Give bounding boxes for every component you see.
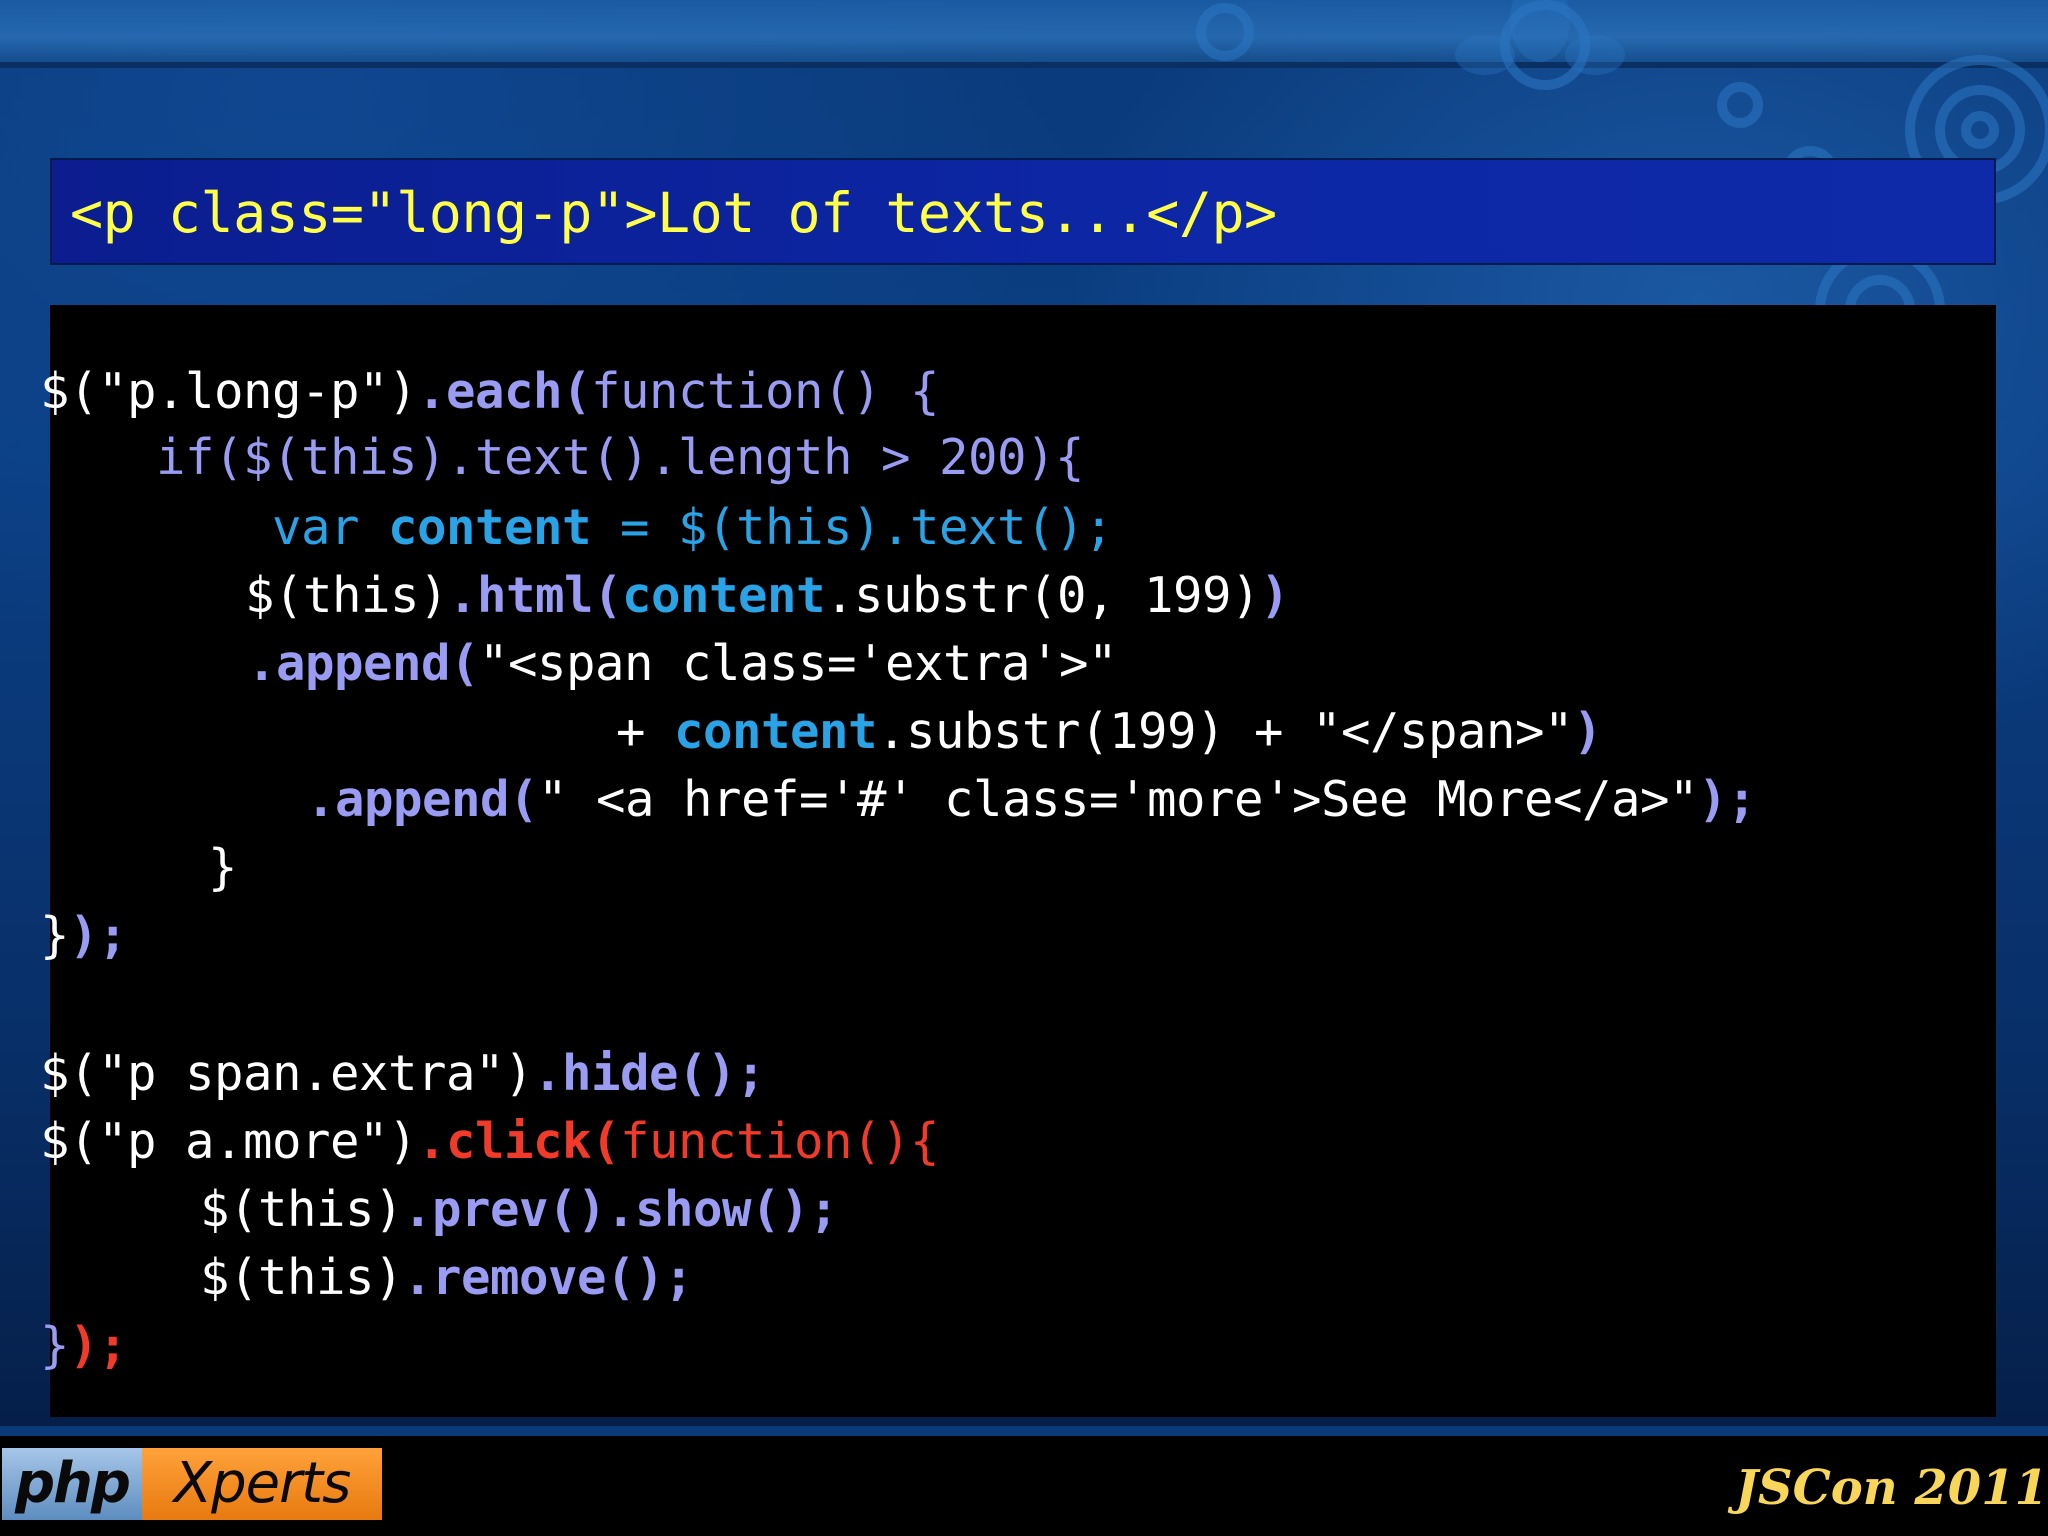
- swirl-ornament: [1961, 111, 1999, 149]
- code-token: if($(this).text().length > 200){: [40, 429, 1085, 486]
- code-token: "<span class='extra'>": [479, 635, 1118, 692]
- code-line: $("p span.extra").hide();: [40, 1044, 766, 1104]
- code-token: .html(: [448, 567, 623, 624]
- code-token: +: [616, 703, 675, 760]
- code-line: });: [40, 906, 128, 966]
- code-line: });: [40, 1316, 128, 1376]
- code-line: }: [208, 838, 238, 898]
- code-line: var content = $(this).text();: [40, 498, 1114, 558]
- code-token: var: [40, 499, 389, 556]
- code-token: = $(this).text();: [591, 499, 1114, 556]
- code-line: $(this).prev().show();: [200, 1180, 839, 1240]
- code-token: .hide();: [533, 1045, 766, 1102]
- flower-petal: [1510, 0, 1570, 62]
- code-token: .prev().show();: [403, 1181, 839, 1238]
- title-code: <p class="long-p">Lot of texts...</p>: [70, 181, 1277, 245]
- code-token: }: [40, 1317, 70, 1374]
- code-token: function() {: [591, 363, 940, 420]
- code-token: .append(: [247, 635, 480, 692]
- code-token: );: [69, 1317, 128, 1374]
- code-token: .append(: [306, 771, 539, 828]
- event-label: JSCon 2011: [1735, 1460, 2048, 1516]
- code-token: $(this): [245, 567, 449, 624]
- logo-php-text: php: [2, 1448, 142, 1520]
- code-token: }: [208, 839, 238, 896]
- code-token: ): [1573, 703, 1603, 760]
- code-line: $("p.long-p").each(function() {: [40, 362, 940, 422]
- code-token: .each(: [417, 363, 592, 420]
- code-token: content: [622, 567, 826, 624]
- code-token: );: [69, 907, 128, 964]
- flower-petal: [1455, 35, 1515, 75]
- code-token: .substr(199) + "</span>": [877, 703, 1574, 760]
- code-line: + content.substr(199) + "</span>"): [616, 702, 1603, 762]
- code-token: .substr(0, 199): [825, 567, 1261, 624]
- code-token: .click(: [417, 1113, 621, 1170]
- code-line: .append(" <a href='#' class='more'>See M…: [306, 770, 1757, 830]
- swirl-ornament: [1717, 82, 1763, 128]
- code-token: $("p.long-p"): [40, 363, 418, 420]
- code-token: " <a href='#' class='more'>See More</a>": [538, 771, 1699, 828]
- logo-xperts-text: Xperts: [142, 1448, 382, 1520]
- code-token: ): [1260, 567, 1290, 624]
- code-line: $(this).remove();: [200, 1248, 694, 1308]
- code-token: $(this): [200, 1249, 404, 1306]
- swirl-ornament: [1196, 3, 1254, 61]
- code-line: if($(this).text().length > 200){: [40, 428, 1085, 488]
- code-token: function(){: [620, 1113, 940, 1170]
- code-token: content: [674, 703, 878, 760]
- code-token: );: [1698, 771, 1757, 828]
- code-token: $(this): [200, 1181, 404, 1238]
- flower-petal: [1565, 35, 1625, 75]
- footer-separator: [0, 1426, 2048, 1436]
- code-token: $("p span.extra"): [40, 1045, 534, 1102]
- code-token: }: [40, 907, 70, 964]
- phpxperts-logo: php Xperts: [2, 1448, 382, 1520]
- code-token: content: [388, 499, 592, 556]
- code-line: $(this).html(content.substr(0, 199)): [245, 566, 1290, 626]
- code-token: $("p a.more"): [40, 1113, 418, 1170]
- code-line: .append("<span class='extra'>": [247, 634, 1118, 694]
- code-token: .remove();: [403, 1249, 694, 1306]
- code-line: $("p a.more").click(function(){: [40, 1112, 940, 1172]
